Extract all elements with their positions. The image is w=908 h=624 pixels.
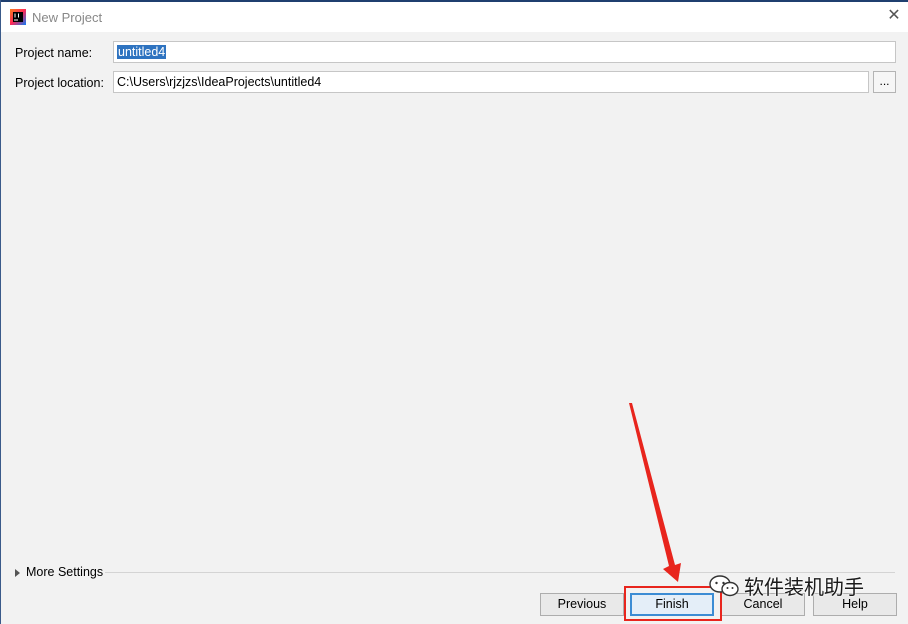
watermark-text: 软件装机助手 <box>744 575 864 599</box>
wechat-icon <box>709 574 739 596</box>
project-name-label: Project name: <box>15 46 93 60</box>
project-name-value: untitled4 <box>117 45 167 59</box>
more-settings-label: More Settings <box>26 565 104 579</box>
new-project-dialog: New Project ✕ Project name: untitled4 Pr… <box>0 0 908 624</box>
previous-button[interactable]: Previous <box>540 593 624 616</box>
intellij-idea-icon <box>10 9 26 25</box>
window-title: New Project <box>32 10 103 25</box>
project-name-field[interactable]: untitled4 <box>113 41 896 63</box>
project-location-value: C:\Users\rjzjzs\IdeaProjects\untitled4 <box>117 75 322 89</box>
chevron-right-icon <box>15 568 20 577</box>
browse-button[interactable]: ... <box>873 71 896 93</box>
watermark: 软件装机助手 <box>708 571 864 600</box>
close-icon[interactable]: ✕ <box>885 6 903 26</box>
more-settings-toggle[interactable]: More Settings <box>15 565 103 579</box>
annotation-arrow <box>629 403 681 582</box>
project-location-label: Project location: <box>15 76 104 90</box>
title-bar: New Project ✕ <box>1 2 908 32</box>
project-location-field[interactable]: C:\Users\rjzjzs\IdeaProjects\untitled4 <box>113 71 869 93</box>
